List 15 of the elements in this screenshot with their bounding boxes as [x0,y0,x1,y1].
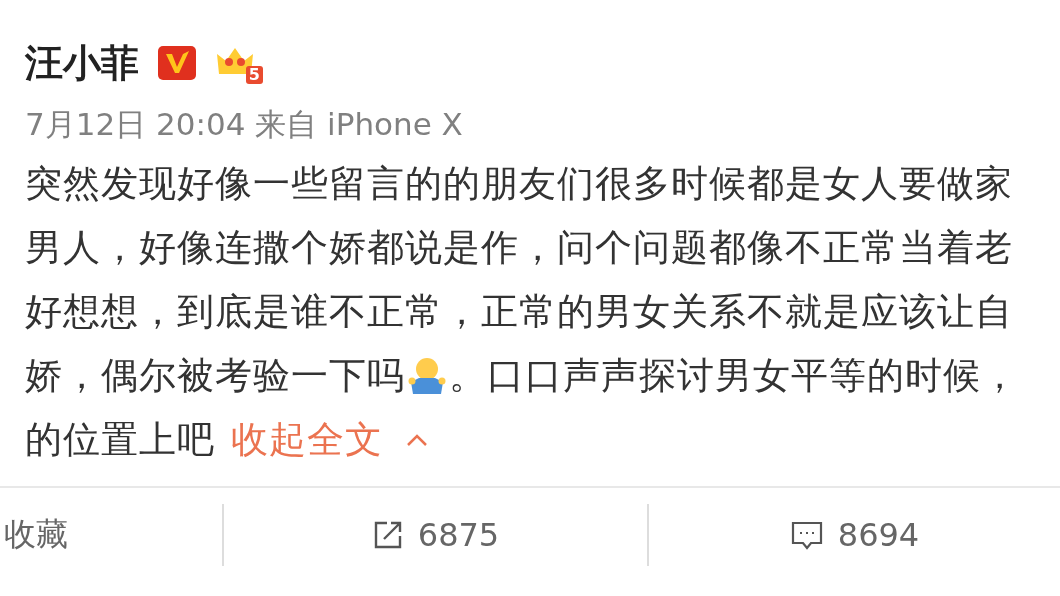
comment-button[interactable]: 8694 [785,516,924,554]
post-meta: 7月12日 20:04 来自 iPhone X [24,105,464,144]
collapse-link[interactable]: 收起全文 [231,417,383,463]
post-text: 男人，好像连撒个娇都说是作，问个问题都像不正常当着老 [25,225,1013,271]
share-button[interactable]: 6875 [367,516,504,554]
post-text: 。口口声声探讨男女平等的时候， [449,353,1019,399]
post-text: 的位置上吧 [25,417,215,463]
post-text: 好想想，到底是谁不正常，正常的男女关系不就是应该让自 [25,289,1013,335]
author-name[interactable]: 汪小菲 [25,40,139,86]
member-level: 5 [245,66,263,84]
post-text: 突然发现好像一些留言的的朋友们很多时候都是女人要做家 [25,161,1013,207]
comment-icon [789,519,824,551]
favorite-button[interactable]: 收藏 [0,513,72,557]
post-text: 娇，偶尔被考验一下吗 [25,353,405,399]
shrugging-figure-icon [407,356,447,396]
